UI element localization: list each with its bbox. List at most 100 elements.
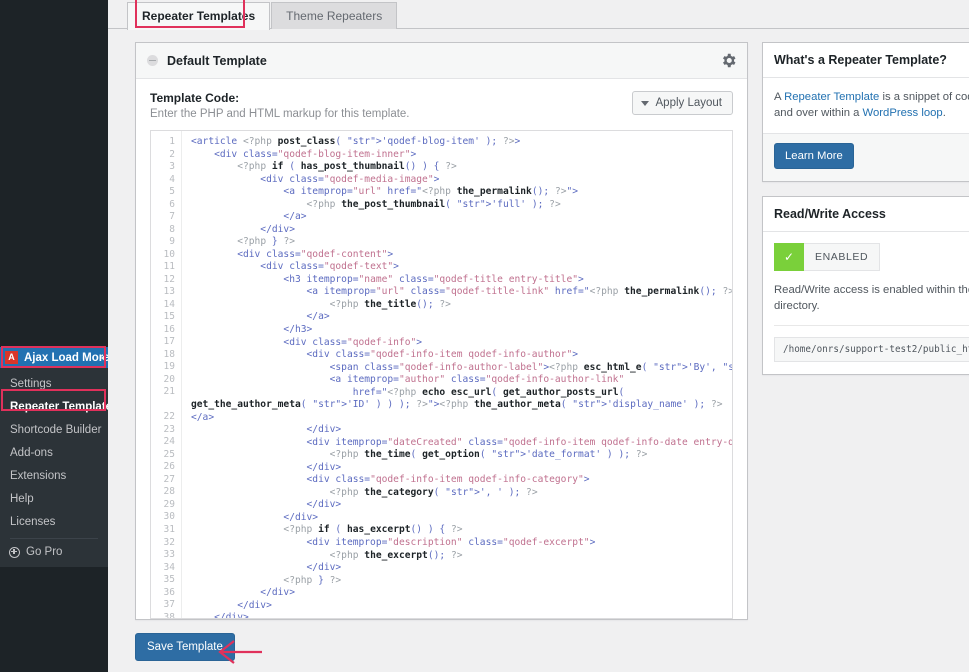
default-template-panel: Default Template Template Code: Enter th… <box>135 42 748 620</box>
collapse-toggle-icon[interactable] <box>147 55 158 66</box>
what-is-text-pre2: and over within a <box>774 107 863 119</box>
code-line: </a> <box>191 211 732 224</box>
line-number: 13 <box>151 286 181 299</box>
line-number: 9 <box>151 236 181 249</box>
repeater-template-link[interactable]: Repeater Template <box>784 91 879 103</box>
panel-body: Template Code: Enter the PHP and HTML ma… <box>136 79 747 619</box>
sidebar-top-spacer <box>0 0 108 347</box>
line-number: 16 <box>151 324 181 337</box>
alm-logo-icon: A <box>5 351 18 364</box>
line-number: 1 <box>151 136 181 149</box>
code-text-area[interactable]: <article <?php post_class( "str">'qodef-… <box>182 131 732 618</box>
code-line: <?php if ( has_excerpt() ) { ?> <box>191 524 732 537</box>
read-write-path-value: /home/onrs/support-test2/public_html/wp-… <box>774 337 969 362</box>
code-header-row: Template Code: Enter the PHP and HTML ma… <box>150 91 733 120</box>
code-line: </div> <box>191 562 732 575</box>
line-number: 23 <box>151 424 181 437</box>
code-line: <?php } ?> <box>191 236 732 249</box>
what-is-repeater-template-panel: What's a Repeater Template? A Repeater T… <box>762 42 969 182</box>
main-column: Default Template Template Code: Enter th… <box>108 29 748 661</box>
code-line: </div> <box>191 587 732 600</box>
what-is-panel-body: A Repeater Template is a snippet of code… <box>763 78 969 133</box>
line-number: 6 <box>151 199 181 212</box>
template-code-description: Enter the PHP and HTML markup for this t… <box>150 108 632 120</box>
main-content: Repeater Templates Theme Repeaters Defau… <box>108 0 969 672</box>
code-header-text: Template Code: Enter the PHP and HTML ma… <box>150 91 632 120</box>
read-write-description-line1: Read/Write access is enabled within the … <box>774 284 969 296</box>
sidebar-item-settings[interactable]: Settings <box>0 373 108 396</box>
code-line: </div> <box>191 512 732 525</box>
line-number: 20 <box>151 374 181 387</box>
code-line: <?php the_title(); ?> <box>191 299 732 312</box>
line-number: 21 <box>151 386 181 411</box>
code-line: </div> <box>191 462 732 475</box>
read-write-status-badge: ✓ ENABLED <box>774 243 969 271</box>
sidebar-divider <box>10 538 98 539</box>
sidebar-item-extensions[interactable]: Extensions <box>0 465 108 488</box>
wordpress-loop-link[interactable]: WordPress loop <box>863 107 943 119</box>
line-number: 10 <box>151 249 181 262</box>
code-line: <?php the_post_thumbnail( "str">'full' )… <box>191 199 732 212</box>
sidebar-item-go-pro[interactable]: Go Pro <box>0 543 108 561</box>
learn-more-button[interactable]: Learn More <box>774 143 854 169</box>
code-editor[interactable]: 1234567891011121314151617181920212223242… <box>150 130 733 619</box>
code-line: href="<?php echo esc_url( get_author_pos… <box>191 387 732 425</box>
save-template-button[interactable]: Save Template <box>135 633 235 661</box>
gear-icon[interactable] <box>721 53 736 68</box>
line-number: 17 <box>151 336 181 349</box>
go-pro-label: Go Pro <box>26 546 62 558</box>
line-number: 15 <box>151 311 181 324</box>
line-number: 38 <box>151 612 181 619</box>
sidebar-item-licenses[interactable]: Licenses <box>0 511 108 534</box>
tab-repeater-templates[interactable]: Repeater Templates <box>127 2 270 30</box>
code-line: </div> <box>191 612 732 618</box>
sidebar-item-add-ons[interactable]: Add-ons <box>0 442 108 465</box>
line-number: 18 <box>151 349 181 362</box>
code-line: <?php if ( has_post_thumbnail() ) { ?> <box>191 161 732 174</box>
sidebar-item-help[interactable]: Help <box>0 488 108 511</box>
line-number: 31 <box>151 524 181 537</box>
template-code-label: Template Code: <box>150 91 632 105</box>
read-write-panel-title: Read/Write Access <box>763 197 969 232</box>
what-is-text-mid: is a snippet of code that w <box>879 91 969 103</box>
code-line: </div> <box>191 424 732 437</box>
check-icon: ✓ <box>774 243 804 271</box>
code-line: <div class="qodef-media-image"> <box>191 174 732 187</box>
wp-admin-screen: A Ajax Load More Settings Repeater Templ… <box>0 0 969 672</box>
chevron-down-icon <box>641 101 649 106</box>
read-write-description-line2: directory. <box>774 300 820 312</box>
line-number: 27 <box>151 474 181 487</box>
line-number: 3 <box>151 161 181 174</box>
line-number: 14 <box>151 299 181 312</box>
line-number: 22 <box>151 411 181 424</box>
line-number: 37 <box>151 599 181 612</box>
code-line: <span class="qodef-info-author-label"><?… <box>191 362 732 375</box>
code-line: <?php } ?> <box>191 575 732 588</box>
sidebar-item-repeater-templates[interactable]: Repeater Templates <box>0 396 108 419</box>
line-number: 28 <box>151 486 181 499</box>
line-number: 7 <box>151 211 181 224</box>
code-line: <h3 itemprop="name" class="qodef-title e… <box>191 274 732 287</box>
apply-layout-button[interactable]: Apply Layout <box>632 91 734 115</box>
tab-theme-repeaters[interactable]: Theme Repeaters <box>271 2 397 29</box>
sidebar-item-ajax-load-more[interactable]: A Ajax Load More <box>0 347 108 368</box>
code-line: <a itemprop="author" class="qodef-info-a… <box>191 374 732 387</box>
code-line: <div class="qodef-text"> <box>191 261 732 274</box>
code-line: <a itemprop="url" class="qodef-title-lin… <box>191 286 732 299</box>
line-number: 8 <box>151 224 181 237</box>
line-number: 33 <box>151 549 181 562</box>
panel-header: Default Template <box>136 43 747 79</box>
sidebar-item-shortcode-builder[interactable]: Shortcode Builder <box>0 419 108 442</box>
read-write-access-panel: Read/Write Access ✓ ENABLED Read/Write a… <box>762 196 969 375</box>
what-is-text-end: . <box>943 107 946 119</box>
chevron-right-icon <box>101 354 106 362</box>
read-write-panel-body: ✓ ENABLED Read/Write access is enabled w… <box>763 232 969 374</box>
panel-title: Default Template <box>167 54 267 68</box>
what-is-panel-footer: Learn More <box>763 133 969 181</box>
code-line: <div class="qodef-blog-item-inner"> <box>191 149 732 162</box>
line-number: 30 <box>151 511 181 524</box>
code-line: <div class="qodef-info-item qodef-info-c… <box>191 474 732 487</box>
code-line: </div> <box>191 499 732 512</box>
code-line: <a itemprop="url" href="<?php the_permal… <box>191 186 732 199</box>
line-number: 36 <box>151 587 181 600</box>
